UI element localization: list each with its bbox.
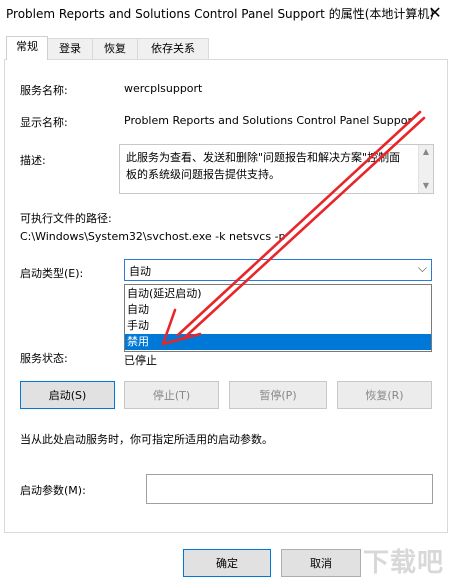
watermark-logo: 下载吧 [318,527,450,583]
startup-type-value: 自动 [129,265,151,278]
startup-type-label: 启动类型(E): [20,267,84,280]
tab-logon[interactable]: 登录 [47,38,93,59]
pause-service-button[interactable]: 暂停(P) [229,381,327,409]
exe-path-value: C:\Windows\System32\svchost.exe -k netsv… [20,230,286,243]
description-scrollbar[interactable]: ▲ ▼ [418,145,433,193]
service-name-value: wercplsupport [124,82,203,95]
service-name-label: 服务名称: [20,84,68,97]
option-auto-delayed[interactable]: 自动(延迟启动) [125,286,431,302]
description-text: 此服务为查看、发送和删除"问题报告和解决方案"控制面板的系统级问题报告提供支持。 [126,151,401,181]
tab-general[interactable]: 常规 [6,36,48,60]
start-service-button[interactable]: 启动(S) [20,381,115,409]
watermark-text: 下载吧 [362,548,444,578]
description-box[interactable]: 此服务为查看、发送和删除"问题报告和解决方案"控制面板的系统级问题报告提供支持。… [119,144,434,194]
chevron-down-icon[interactable]: ⌵ [418,261,427,276]
close-icon[interactable]: ✕ [424,3,446,23]
start-params-input[interactable] [146,474,433,504]
start-params-hint: 当从此处启动服务时，你可指定所适用的启动参数。 [20,433,273,446]
startup-type-dropdown: 自动(延迟启动) 自动 手动 禁用 [124,284,432,352]
scroll-up-icon[interactable]: ▲ [421,147,431,157]
tab-dependencies[interactable]: 依存关系 [137,38,209,59]
startup-type-select[interactable]: 自动 ⌵ [124,259,432,281]
description-label: 描述: [20,154,46,167]
option-manual[interactable]: 手动 [125,318,431,334]
start-params-label: 启动参数(M): [20,484,86,497]
scroll-down-icon[interactable]: ▼ [421,181,431,191]
stop-service-button[interactable]: 停止(T) [124,381,219,409]
ok-button[interactable]: 确定 [183,549,271,577]
tab-recovery[interactable]: 恢复 [92,38,138,59]
exe-path-label: 可执行文件的路径: [20,212,112,225]
option-disabled[interactable]: 禁用 [125,334,431,350]
display-name-label: 显示名称: [20,116,68,129]
service-status-value: 已停止 [124,354,157,367]
option-auto[interactable]: 自动 [125,302,431,318]
display-name-field[interactable]: Problem Reports and Solutions Control Pa… [124,114,432,127]
service-status-label: 服务状态: [20,352,68,365]
resume-service-button[interactable]: 恢复(R) [337,381,432,409]
window-title: Problem Reports and Solutions Control Pa… [6,7,435,21]
title-bar: Problem Reports and Solutions Control Pa… [0,0,454,26]
